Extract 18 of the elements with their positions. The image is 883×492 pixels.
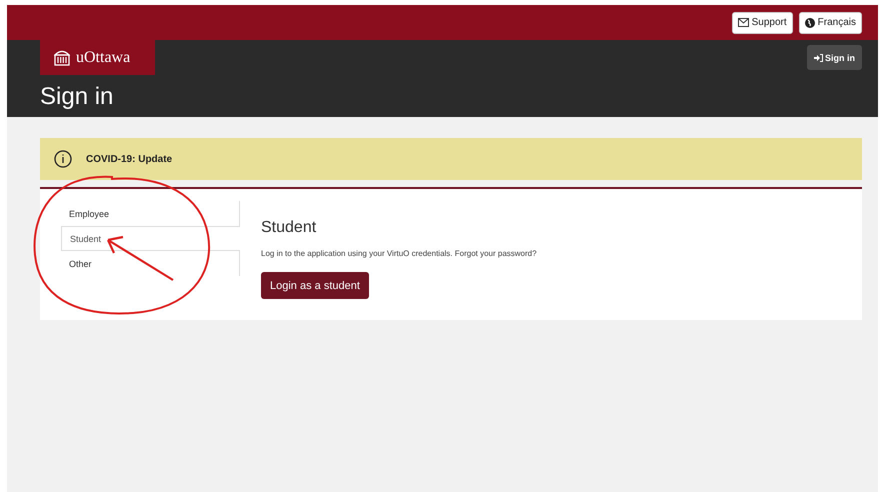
sign-in-tab[interactable]: Student	[61, 226, 240, 251]
sign-in-tab[interactable]: Employee	[40, 201, 240, 226]
login-button[interactable]: Login as a student	[261, 272, 369, 299]
panel-description: Log in to the application using your VirtuO credentials. Forgot your password?	[261, 249, 537, 258]
logo-text: uOttawa	[76, 48, 130, 66]
building-icon	[54, 49, 70, 66]
language-button[interactable]: Français	[798, 12, 862, 34]
sign-in-icon	[814, 54, 823, 62]
sign-in-tab[interactable]: Other	[40, 251, 240, 276]
page-title: Sign in	[40, 83, 114, 111]
globe-icon	[804, 18, 815, 28]
envelope-icon	[738, 18, 749, 27]
support-button[interactable]: Support	[732, 12, 793, 34]
notice-text: COVID-19: Update	[86, 154, 172, 164]
panel-heading: Student	[261, 219, 318, 237]
logo[interactable]: uOttawa	[40, 40, 155, 75]
info-icon	[54, 150, 72, 168]
sign-in-button[interactable]: Sign in	[807, 45, 862, 70]
